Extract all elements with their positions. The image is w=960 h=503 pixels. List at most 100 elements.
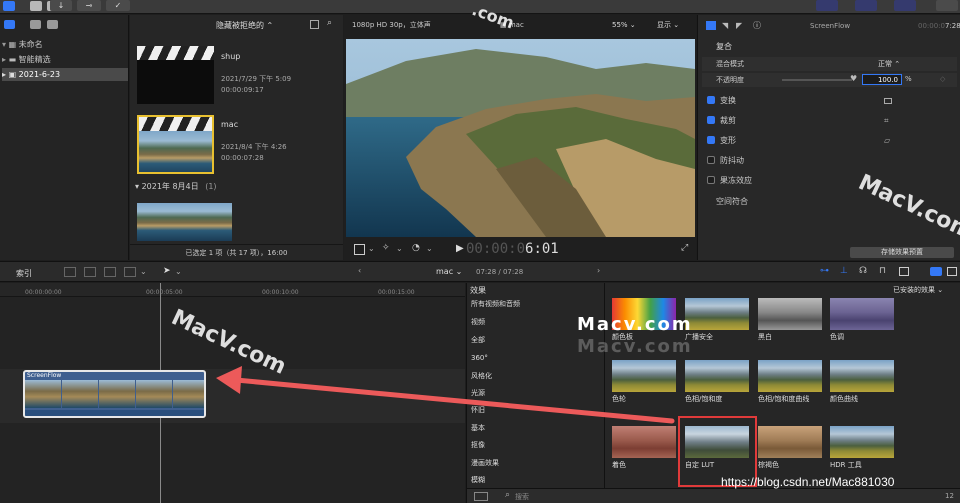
search-icon[interactable]: ⌕ [327, 18, 332, 28]
select-tool-icon[interactable]: ➤ [163, 266, 171, 276]
filmstrip-view-icon[interactable] [310, 20, 319, 29]
distort-icon[interactable]: ▱ [884, 132, 890, 150]
inspector-item-stabilization[interactable]: 防抖动 [702, 152, 957, 170]
workspace-layout-button-3[interactable] [894, 0, 916, 11]
background-tasks-button[interactable]: ✓ [106, 0, 130, 11]
effects-search-input[interactable]: 搜索 [515, 492, 529, 502]
clip-appearance-icon[interactable] [899, 267, 909, 276]
titles-icon[interactable] [47, 20, 58, 29]
color-inspector-icon[interactable]: ◥ [722, 15, 728, 37]
play-icon[interactable]: ▶ [456, 243, 464, 254]
workspace-layout-button-2[interactable] [855, 0, 877, 11]
opacity-field[interactable]: 100.0 [862, 74, 902, 85]
effects-category[interactable]: 所有视频和音频 [466, 296, 604, 313]
inspector-item-rolling-shutter[interactable]: 果冻效应 [702, 172, 957, 190]
speed-icon[interactable]: ◔ [412, 243, 420, 253]
transform-icon[interactable] [884, 98, 892, 104]
checkbox-icon[interactable] [707, 176, 715, 184]
effects-category[interactable]: 风格化 [466, 368, 604, 385]
disclosure-icon[interactable]: ▸ [2, 70, 6, 79]
index-button[interactable]: 索引 [16, 268, 32, 279]
blend-mode-select[interactable]: 正常 ⌃ [878, 59, 900, 69]
audio-skimming-icon[interactable]: ⊶ [820, 266, 829, 276]
effect-item-hue-saturation-curves[interactable]: 色相/饱和度曲线 [758, 360, 822, 404]
disclosure-icon[interactable]: ▸ [2, 55, 6, 64]
search-icon[interactable]: ⌕ [505, 490, 510, 500]
checkbox-icon[interactable] [707, 156, 715, 164]
section-header-compositing[interactable]: 复合 [716, 41, 732, 52]
chevron-down-icon[interactable]: ⌄ [175, 267, 182, 276]
save-effects-preset-button[interactable]: 存储效果预置 [850, 247, 954, 258]
sidebar-item-smart-collections[interactable]: ▸ ▬ 智能精选 [2, 53, 128, 66]
effect-item-broadcast-safe[interactable]: 广播安全 [685, 298, 749, 342]
effects-category[interactable]: 模糊 [466, 472, 604, 489]
chevron-down-icon[interactable]: ⌄ [140, 267, 147, 276]
transitions-browser-icon[interactable] [947, 267, 957, 276]
magic-wand-icon[interactable]: ✧ [382, 243, 390, 253]
zoom-dropdown[interactable]: 55% ⌄ [612, 15, 636, 35]
effect-item-colorize[interactable]: 着色 [612, 426, 676, 470]
workspace-layout-button-1[interactable] [816, 0, 838, 11]
sidebar-item-event[interactable]: ▸ ▣ 2021-6-23 [2, 68, 128, 81]
photos-icon[interactable] [30, 20, 41, 29]
share-button[interactable] [936, 0, 958, 11]
effect-item-hdr-tools[interactable]: HDR 工具 [830, 426, 894, 470]
insert-clip-icon[interactable] [84, 267, 96, 277]
video-inspector-icon[interactable] [706, 21, 716, 30]
effect-item-sepia[interactable]: 棕褐色 [758, 426, 822, 470]
connect-clip-icon[interactable] [64, 267, 76, 277]
effects-browser-icon[interactable] [930, 267, 942, 276]
chevron-down-icon[interactable]: ⌄ [396, 244, 403, 253]
skimming-icon[interactable]: ⊥ [840, 266, 848, 276]
viewer-frame[interactable] [346, 39, 695, 237]
audio-inspector-icon[interactable]: ◤ [736, 15, 742, 37]
timeline-clip[interactable]: ScreenFlow [23, 370, 206, 418]
clip-thumbnail-shup[interactable] [137, 46, 214, 104]
display-dropdown[interactable]: 显示 ⌄ [657, 15, 679, 35]
opacity-slider[interactable] [782, 79, 852, 81]
effect-item-black-white[interactable]: 黑白 [758, 298, 822, 342]
back-arrow-icon[interactable]: ‹ [358, 266, 361, 275]
library-icon[interactable] [3, 1, 15, 11]
append-clip-icon[interactable] [104, 267, 116, 277]
photos-icon[interactable] [30, 1, 42, 11]
fullscreen-icon[interactable]: ⤢ [681, 243, 688, 253]
sidebar-toggle-icon[interactable] [474, 492, 488, 501]
crop-icon[interactable]: ⌗ [884, 112, 889, 130]
effect-item-color-curves[interactable]: 颜色曲线 [830, 360, 894, 404]
checkbox-icon[interactable] [707, 136, 715, 144]
effects-category[interactable]: 基本 [466, 420, 604, 437]
keyframe-icon[interactable]: ◇ [940, 75, 945, 83]
sidebar-item-library[interactable]: ▾ ▦ 未命名 [2, 38, 128, 51]
snapping-icon[interactable]: ⊓ [879, 266, 886, 276]
forward-arrow-icon[interactable]: › [597, 266, 600, 275]
info-icon[interactable]: ⓘ [753, 15, 761, 37]
effects-category[interactable]: 怀旧 [466, 402, 604, 419]
overwrite-clip-icon[interactable] [124, 267, 136, 277]
effects-category[interactable]: 抠像 [466, 437, 604, 454]
chevron-down-icon[interactable]: ⌄ [426, 244, 433, 253]
headphones-icon[interactable]: ☊ [859, 266, 867, 276]
inspector-item-transform[interactable]: 变换 [702, 92, 957, 110]
clip-thumbnail-mac[interactable] [137, 115, 214, 174]
filter-dropdown[interactable]: 隐藏被拒绝的 ⌃ [216, 20, 273, 31]
import-button[interactable]: ↓ [50, 0, 72, 11]
inspector-item-crop[interactable]: 裁剪 ⌗ [702, 112, 957, 130]
group-header[interactable]: ▾ 2021年 8月4日 (1) [135, 181, 217, 192]
clip-thumbnail[interactable] [137, 203, 232, 241]
effects-category[interactable]: 漫画效果 [466, 455, 604, 472]
transform-icon[interactable] [354, 244, 365, 255]
effect-item-tint[interactable]: 色调 [830, 298, 894, 342]
effect-item-color-wheels[interactable]: 色轮 [612, 360, 676, 404]
disclosure-icon[interactable]: ▾ [2, 40, 6, 49]
inspector-item-distort[interactable]: 变形 ▱ [702, 132, 957, 150]
project-name-dropdown[interactable]: mac ⌄ [436, 267, 462, 276]
checkbox-icon[interactable] [707, 96, 715, 104]
checkbox-icon[interactable] [707, 116, 715, 124]
installed-effects-dropdown[interactable]: 已安装的效果 ⌄ [893, 285, 943, 295]
library-icon[interactable] [4, 20, 15, 29]
effect-item-hue-saturation[interactable]: 色相/饱和度 [685, 360, 749, 404]
keywords-button[interactable]: ⊸ [77, 0, 101, 11]
slider-thumb-icon[interactable]: ♥ [850, 74, 857, 83]
chevron-down-icon[interactable]: ⌄ [368, 244, 375, 253]
